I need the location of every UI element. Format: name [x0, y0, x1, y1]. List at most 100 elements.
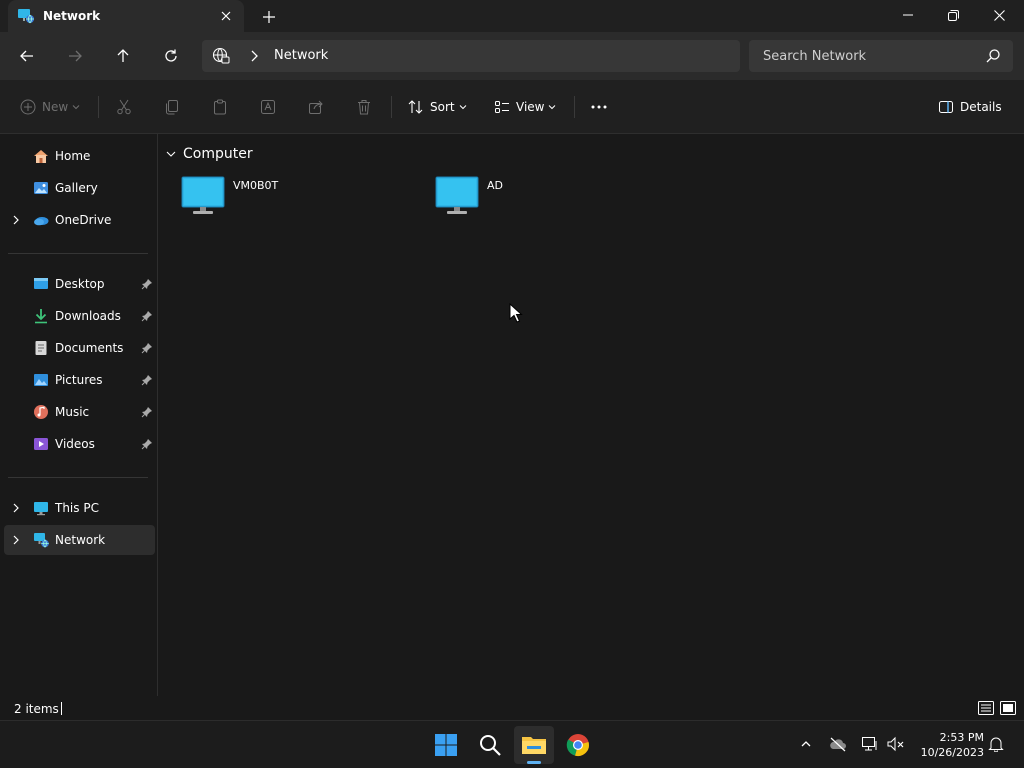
more-horizontal-icon: [591, 105, 607, 109]
new-tab-button[interactable]: [258, 6, 280, 28]
documents-icon: [35, 341, 47, 355]
clock-time: 2:53 PM: [939, 731, 984, 744]
details-button[interactable]: Details: [938, 95, 1002, 119]
sidebar-item-music[interactable]: Music: [4, 397, 155, 427]
chevron-down-icon: [166, 151, 176, 157]
close-tab-button[interactable]: [216, 6, 236, 26]
sidebar-item-label: Gallery: [55, 181, 98, 195]
rename-button[interactable]: [260, 95, 276, 119]
sidebar-item-downloads[interactable]: Downloads: [4, 301, 155, 331]
bell-icon: [988, 737, 1004, 752]
pin-icon[interactable]: [141, 406, 153, 418]
address-bar[interactable]: Network: [202, 40, 740, 72]
tray-network[interactable]: [859, 733, 881, 755]
sidebar-item-pictures[interactable]: Pictures: [4, 365, 155, 395]
up-button[interactable]: [110, 44, 136, 68]
notifications-button[interactable]: [985, 733, 1007, 755]
speaker-muted-icon: [887, 736, 904, 752]
sidebar-item-home[interactable]: Home: [4, 141, 155, 171]
forward-button[interactable]: [62, 44, 88, 68]
status-bar: 2 items: [0, 696, 1024, 720]
sort-button[interactable]: Sort: [408, 95, 467, 119]
sidebar-divider: [8, 477, 148, 478]
plus-icon: [263, 11, 275, 23]
close-window-button[interactable]: [976, 0, 1022, 30]
this-pc-icon: [34, 502, 48, 516]
show-hidden-icons-button[interactable]: [795, 733, 817, 755]
taskbar-chrome[interactable]: [558, 726, 598, 764]
rename-icon: [261, 100, 275, 114]
copy-icon: [166, 100, 178, 115]
tray-onedrive[interactable]: [827, 733, 849, 755]
group-header-computer[interactable]: Computer: [165, 144, 253, 164]
large-icons-view-icon[interactable]: [999, 699, 1017, 717]
sidebar-item-label: Network: [55, 533, 106, 547]
network-icon: [34, 533, 49, 548]
sidebar-item-label: Downloads: [55, 309, 121, 323]
sidebar-item-onedrive[interactable]: OneDrive: [4, 205, 155, 235]
copy-button[interactable]: [164, 95, 180, 119]
refresh-button[interactable]: [158, 44, 184, 68]
cloud-off-icon: [830, 737, 846, 752]
details-pane-icon: [939, 101, 953, 113]
close-icon: [221, 11, 231, 21]
share-icon: [309, 100, 323, 114]
taskbar-search-button[interactable]: [470, 726, 510, 764]
network-status-icon: [862, 737, 877, 751]
network-item-vm0b0t[interactable]: VM0B0T: [181, 174, 421, 218]
more-options-button[interactable]: [590, 95, 608, 119]
pin-icon[interactable]: [141, 342, 153, 354]
start-button[interactable]: [426, 726, 466, 764]
breadcrumb-network[interactable]: Network: [274, 48, 328, 63]
view-button[interactable]: View: [494, 95, 556, 119]
navigation-bar: Network: [0, 32, 1024, 80]
sidebar-item-gallery[interactable]: Gallery: [4, 173, 155, 203]
pin-icon[interactable]: [141, 278, 153, 290]
pin-icon[interactable]: [141, 310, 153, 322]
chevron-down-icon: [72, 105, 80, 110]
onedrive-icon: [34, 217, 49, 226]
taskbar-file-explorer[interactable]: [514, 726, 554, 764]
start-icon: [435, 734, 457, 756]
restore-button[interactable]: [930, 0, 976, 30]
paste-button[interactable]: [212, 95, 228, 119]
search-input[interactable]: [749, 40, 979, 72]
item-name: AD: [487, 179, 503, 192]
delete-button[interactable]: [356, 95, 372, 119]
pin-icon[interactable]: [141, 374, 153, 386]
sidebar-item-documents[interactable]: Documents: [4, 333, 155, 363]
sidebar-item-label: Pictures: [55, 373, 103, 387]
clipboard-icon: [214, 99, 226, 115]
cut-button[interactable]: [116, 95, 132, 119]
sidebar-item-label: OneDrive: [55, 213, 112, 227]
pin-icon[interactable]: [141, 438, 153, 450]
new-button[interactable]: New: [20, 95, 80, 119]
sidebar-item-desktop[interactable]: Desktop: [4, 269, 155, 299]
clock-date: 10/26/2023: [920, 746, 984, 759]
sidebar-item-videos[interactable]: Videos: [4, 429, 155, 459]
back-button[interactable]: [14, 44, 40, 68]
sidebar-item-network[interactable]: Network: [4, 525, 155, 555]
tab-network[interactable]: Network: [8, 0, 244, 32]
search-box[interactable]: [749, 40, 1013, 72]
active-indicator: [527, 761, 541, 764]
tab-title: Network: [43, 9, 101, 23]
arrow-right-icon: [69, 50, 82, 62]
chevron-right-icon[interactable]: [10, 502, 22, 514]
share-button[interactable]: [308, 95, 324, 119]
taskbar: 2:53 PM 10/26/2023: [0, 720, 1024, 768]
trash-icon: [358, 100, 370, 115]
taskbar-clock[interactable]: 2:53 PM 10/26/2023: [916, 730, 984, 760]
chevron-right-icon[interactable]: [246, 48, 262, 64]
network-item-ad[interactable]: AD: [435, 174, 675, 218]
chevron-up-icon: [801, 741, 811, 747]
chevron-right-icon[interactable]: [10, 214, 22, 226]
details-view-icon[interactable]: [977, 699, 995, 717]
minimize-button[interactable]: [885, 0, 931, 30]
tray-volume[interactable]: [885, 733, 907, 755]
view-list-icon: [495, 101, 509, 113]
sidebar-item-this-pc[interactable]: This PC: [4, 493, 155, 523]
sidebar-item-label: This PC: [55, 501, 99, 515]
chevron-right-icon[interactable]: [10, 534, 22, 546]
music-icon: [34, 405, 48, 419]
